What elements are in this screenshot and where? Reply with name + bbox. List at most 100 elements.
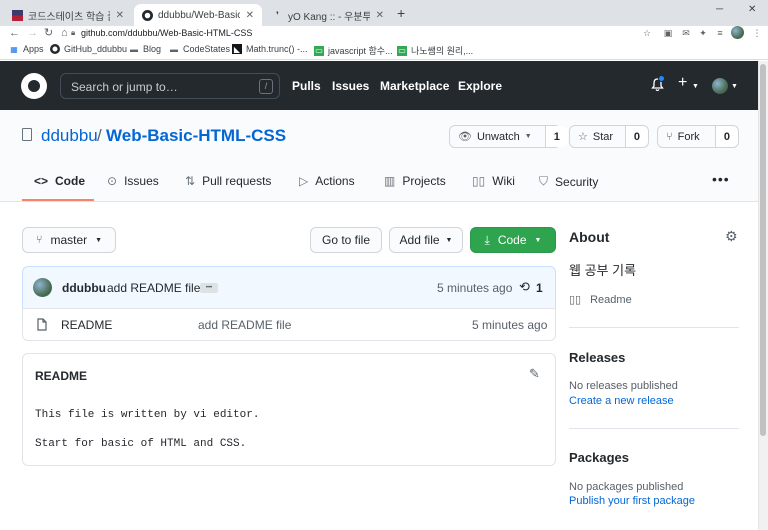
code-icon: <>: [34, 174, 49, 188]
shield-icon: ⛉: [539, 174, 549, 188]
folder-icon: ▬: [130, 44, 138, 54]
media-icon[interactable]: ≡: [714, 27, 726, 39]
nav-marketplace[interactable]: Marketplace: [380, 79, 449, 93]
fork-count[interactable]: 0: [714, 126, 738, 147]
address-bar[interactable]: github.com/ddubbu/Web-Basic-HTML-CSS: [81, 26, 252, 40]
readme-link[interactable]: ▯▯ Readme: [569, 293, 632, 307]
repo-name-link[interactable]: Web-Basic-HTML-CSS: [106, 126, 286, 146]
bookmark-nano[interactable]: ▭ 나노쌤의 원리,...: [397, 44, 473, 57]
packages-heading[interactable]: Packages: [569, 450, 629, 465]
publish-package-link[interactable]: Publish your first package: [569, 495, 695, 507]
repo-description: 웹 공부 기록: [569, 263, 637, 278]
more-options-icon[interactable]: •••: [712, 171, 730, 187]
reload-button[interactable]: ↻: [44, 26, 53, 40]
repo-icon: [22, 128, 32, 141]
folder-icon: ▬: [170, 44, 178, 54]
close-window-button[interactable]: ✕: [748, 4, 756, 15]
add-file-button[interactable]: Add file ▼: [389, 227, 463, 253]
bookmark-math-trunc[interactable]: ◣ Math.trunc() -...: [232, 44, 308, 54]
releases-heading[interactable]: Releases: [569, 350, 625, 365]
bookmark-apps[interactable]: ▦ Apps: [9, 44, 43, 54]
chevron-down-icon: ▼: [524, 133, 532, 140]
go-to-file-button[interactable]: Go to file: [310, 227, 382, 253]
create-new-icon[interactable]: +: [678, 74, 687, 92]
menu-icon[interactable]: ⋮: [751, 27, 763, 39]
nav-pulls[interactable]: Pulls: [292, 79, 321, 93]
packages-empty-text: No packages published: [569, 481, 684, 493]
nav-issues[interactable]: Issues: [332, 79, 369, 93]
unwatch-button[interactable]: 👁︎ Unwatch ▼ 1: [449, 125, 568, 148]
tab-actions[interactable]: ▷ Actions: [299, 174, 355, 188]
mail-icon[interactable]: ✉: [680, 27, 692, 39]
nav-explore[interactable]: Explore: [458, 79, 502, 93]
bookmark-github[interactable]: GitHub_ddubbu: [50, 44, 127, 54]
bookmark-codestates[interactable]: ▬ CodeStates: [169, 44, 230, 54]
puzzle-icon[interactable]: ✦: [697, 27, 709, 39]
star-count[interactable]: 0: [624, 126, 648, 147]
browser-tab[interactable]: 코드스테이츠 학습 플랫폼 U ✕: [4, 4, 132, 26]
commit-message[interactable]: add README file: [107, 281, 200, 295]
file-row[interactable]: README add README file 5 minutes ago: [22, 308, 556, 341]
bookmark-blog[interactable]: ▬ Blog: [129, 44, 161, 54]
fork-button[interactable]: ⑂ Fork 0: [657, 125, 739, 148]
releases-empty-text: No releases published: [569, 380, 678, 392]
code-dropdown-button[interactable]: ⤓ Code ▼: [470, 227, 556, 253]
readme-line: Start for basic of HTML and CSS.: [35, 438, 247, 450]
star-button[interactable]: ☆ Star 0: [569, 125, 649, 148]
home-icon[interactable]: ⌂: [61, 26, 68, 40]
tab-security[interactable]: ⛉ Security: [539, 174, 598, 189]
divider: [569, 428, 739, 429]
tab-issues[interactable]: ⊙ Issues: [107, 174, 159, 188]
file-name-link[interactable]: README: [61, 318, 112, 332]
bookmark-javascript[interactable]: ▭ javascript 함수...: [314, 44, 393, 57]
file-commit-message[interactable]: add README file: [198, 318, 291, 332]
github-icon: [50, 44, 60, 54]
search-input[interactable]: Search or jump to… /: [60, 73, 280, 99]
eye-icon: 👁︎: [458, 131, 472, 143]
fork-icon: ⑂: [666, 130, 673, 143]
watch-count[interactable]: 1: [544, 126, 568, 147]
slash-key-hint: /: [259, 79, 273, 94]
readme-title: README: [35, 369, 88, 383]
forward-button[interactable]: →: [27, 26, 38, 40]
profile-avatar[interactable]: [731, 26, 744, 39]
scrollbar-thumb[interactable]: [760, 64, 766, 436]
tab-wiki[interactable]: ▯▯ Wiki: [472, 174, 515, 188]
browser-tab[interactable]: ❜ yO Kang :: - 우분투(Ubuntu ✕: [264, 4, 392, 26]
history-icon[interactable]: ⟲: [519, 279, 530, 295]
chevron-down-icon: ▼: [534, 236, 542, 244]
commit-author-avatar[interactable]: [33, 278, 52, 297]
commit-author[interactable]: ddubbu: [62, 281, 106, 295]
user-avatar[interactable]: [712, 78, 728, 94]
repo-owner-link[interactable]: ddubbu: [41, 126, 98, 146]
chevron-down-icon: ▼: [692, 83, 699, 90]
tistory-icon: ❜: [276, 9, 279, 20]
notification-dot: [658, 75, 665, 82]
close-tab-icon[interactable]: ✕: [246, 10, 254, 21]
lock-icon[interactable]: 🔒︎: [71, 26, 75, 40]
close-tab-icon[interactable]: ✕: [376, 10, 384, 21]
divider: [569, 327, 739, 328]
flag-icon: [12, 9, 23, 21]
tab-code[interactable]: <> Code: [34, 174, 85, 188]
create-release-link[interactable]: Create a new release: [569, 395, 674, 407]
commit-time[interactable]: 5 minutes ago: [437, 281, 512, 295]
extension-icon[interactable]: ▣: [662, 27, 674, 39]
chevron-down-icon: ▼: [95, 236, 103, 244]
pencil-icon[interactable]: ✎: [529, 366, 540, 382]
new-tab-button[interactable]: +: [397, 5, 405, 21]
bookmark-star-icon[interactable]: ☆: [641, 27, 653, 39]
active-tab-indicator: [22, 199, 94, 201]
tab-pull-requests[interactable]: ⇅ Pull requests: [185, 174, 271, 188]
apps-grid-icon: ▦: [10, 44, 18, 54]
branch-select-button[interactable]: ⑂ master ▼: [22, 227, 116, 253]
minimize-button[interactable]: ─: [716, 4, 723, 15]
back-button[interactable]: ←: [9, 26, 20, 40]
gear-icon[interactable]: ⚙: [725, 228, 738, 245]
commit-ellipsis-button[interactable]: •••: [200, 283, 218, 293]
browser-tab-active[interactable]: ddubbu/Web-Basic-HTML ✕: [134, 4, 262, 26]
close-tab-icon[interactable]: ✕: [116, 10, 124, 21]
github-logo-icon[interactable]: [21, 73, 47, 99]
commit-count[interactable]: 1: [536, 281, 543, 295]
tab-projects[interactable]: ▥ Projects: [384, 174, 446, 188]
